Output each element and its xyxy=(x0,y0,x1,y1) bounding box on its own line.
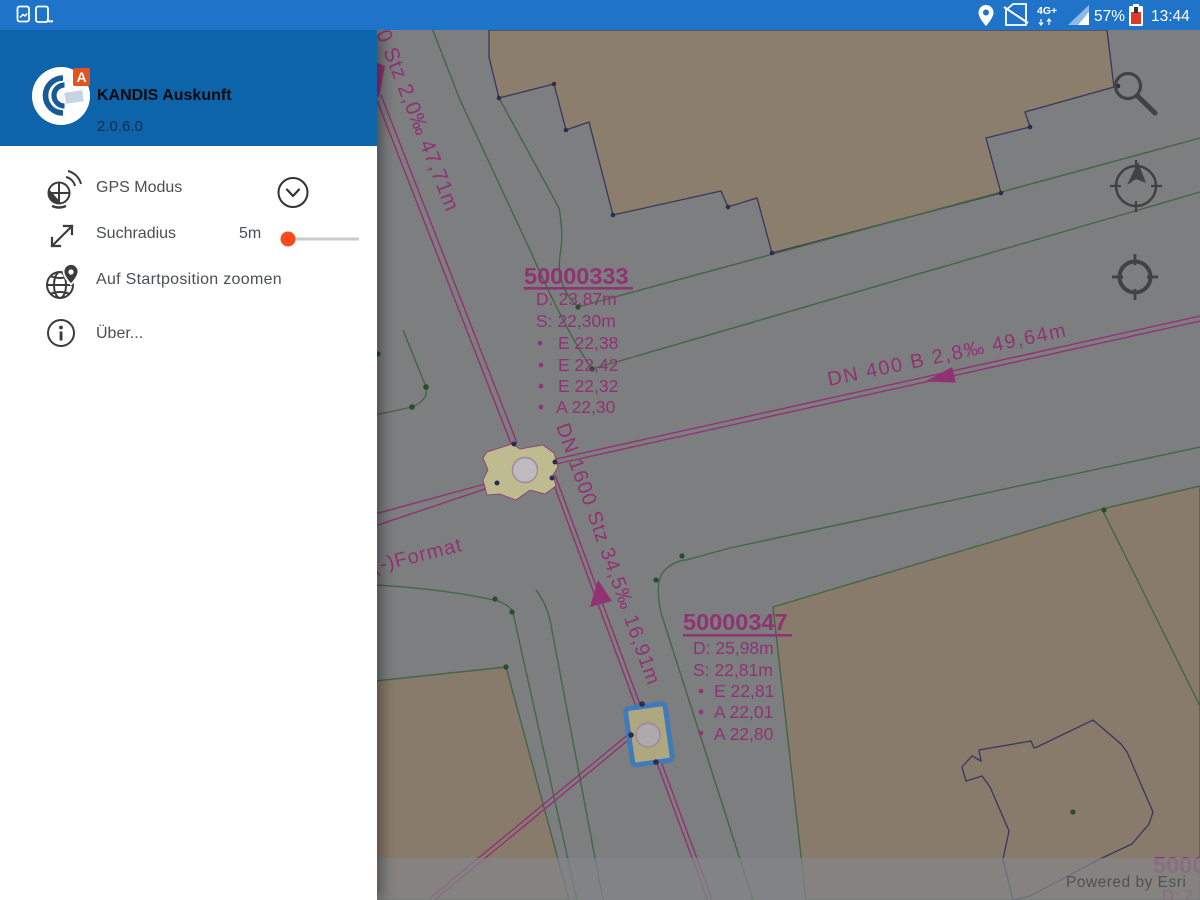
svg-text:13:44: 13:44 xyxy=(1151,8,1190,25)
svg-text:A: A xyxy=(76,69,86,85)
svg-text:KANDIS Auskunft: KANDIS Auskunft xyxy=(97,87,232,104)
svg-text:57%: 57% xyxy=(1094,8,1125,25)
svg-text:2.0.6.0: 2.0.6.0 xyxy=(97,118,143,135)
svg-text:4G+: 4G+ xyxy=(1037,5,1057,17)
